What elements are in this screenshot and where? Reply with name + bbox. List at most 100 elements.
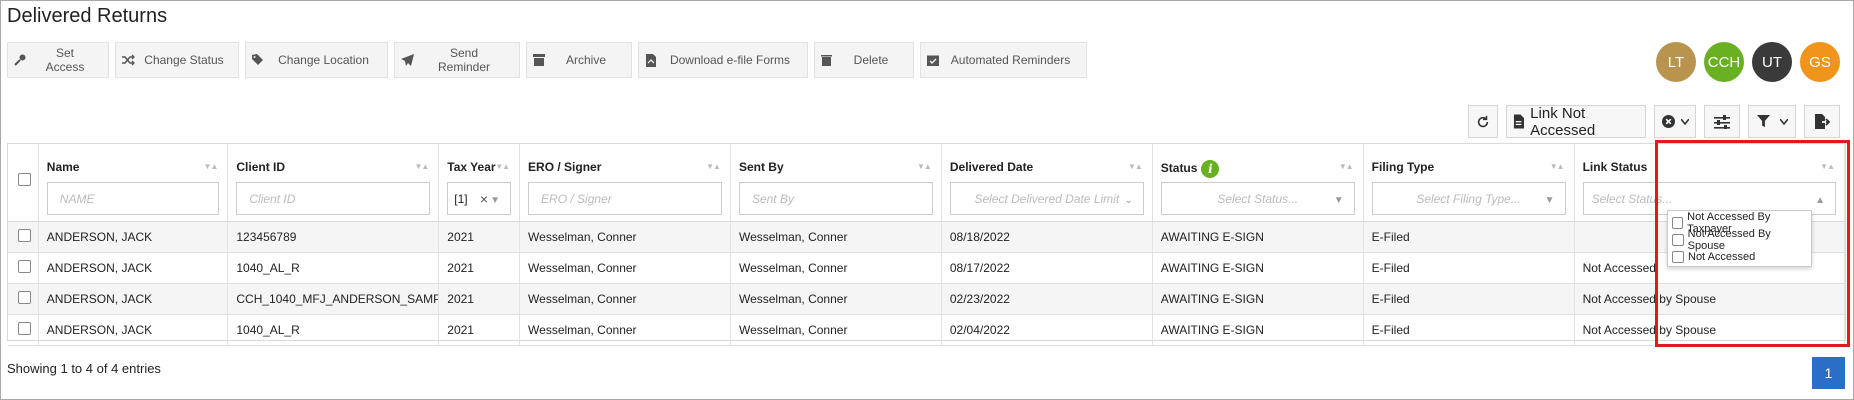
column-title-text: Sent By	[738, 160, 784, 174]
pagination-page-1[interactable]: 1	[1812, 357, 1845, 389]
automated-reminders-button[interactable]: Automated Reminders	[920, 42, 1087, 78]
table-row[interactable]: ANDERSON, JACK 1040_AL_R 2021 Wesselman, Co…	[8, 252, 1846, 284]
delete-button[interactable]: Delete	[814, 42, 914, 78]
column-header-filing-type[interactable]: Filing Type ▼▲ Select Filing Type... ▼	[1363, 144, 1575, 222]
tags-icon	[252, 54, 274, 66]
table-row[interactable]: ANDERSON, JACK 1040_AL_R 2021 Wesselman, Co…	[8, 314, 1846, 346]
filter-delivered-date[interactable]: Select Delivered Date Limit ⌄	[949, 182, 1144, 215]
sort-icon[interactable]: ▼▲	[1339, 162, 1354, 171]
column-title: Delivered Date	[950, 160, 1144, 176]
table-row[interactable]: ANDERSON, JACK 123456789 2021 Wesselman, Co…	[8, 221, 1846, 253]
avatar[interactable]: CCH	[1704, 42, 1744, 82]
send-icon	[401, 54, 423, 66]
set-access-button[interactable]: Set Access	[7, 42, 109, 78]
column-title: Sent By	[739, 160, 933, 176]
export-button[interactable]	[1804, 105, 1840, 138]
cell-tax-year: 2021	[438, 283, 521, 315]
cell-ero: Wesselman, Conner	[519, 252, 731, 284]
row-checkbox[interactable]	[18, 322, 31, 335]
change-status-button[interactable]: Change Status	[115, 42, 239, 78]
sort-icon[interactable]: ▼▲	[917, 162, 932, 171]
cell-name: ANDERSON, JACK	[38, 252, 229, 284]
row-select-cell	[8, 221, 39, 253]
row-select-cell	[8, 252, 39, 284]
filter-tax-year[interactable]: [1] × ▼	[447, 182, 512, 215]
cell-filing-type: E-Filed	[1363, 314, 1575, 346]
info-icon[interactable]: i	[1201, 160, 1220, 178]
column-title: Status i	[1160, 160, 1355, 178]
row-checkbox[interactable]	[18, 291, 31, 304]
shuffle-icon	[122, 54, 144, 66]
refresh-icon	[1477, 115, 1489, 127]
download-e-file-forms-button[interactable]: Download e-file Forms	[638, 42, 808, 78]
column-header-sent-by[interactable]: Sent By ▼▲ Sent By	[730, 144, 942, 222]
chevron-down-icon[interactable]: ▼	[1545, 195, 1555, 206]
user-avatars: LT CCH UT GS	[1656, 42, 1840, 82]
avatar[interactable]: GS	[1800, 42, 1840, 82]
saved-view-selector[interactable]: Link Not Accessed	[1506, 105, 1646, 139]
filter-name[interactable]: NAME	[46, 182, 220, 215]
cell-delivered-date: 08/17/2022	[941, 252, 1153, 284]
clear-view-button[interactable]	[1654, 105, 1696, 138]
sort-icon[interactable]: ▼▲	[706, 162, 721, 171]
cell-ero: Wesselman, Conner	[519, 283, 731, 315]
cell-status: AWAITING E-SIGN	[1152, 252, 1364, 284]
cell-sent-by: Wesselman, Conner	[730, 314, 942, 346]
chevron-down-icon[interactable]: ▼	[490, 195, 500, 206]
cell-client-id: 1040_AL_R	[227, 314, 440, 346]
page-title: Delivered Returns	[7, 5, 168, 27]
calendar-check-icon	[927, 54, 949, 66]
sort-icon[interactable]: ▼▲	[1128, 162, 1143, 171]
sort-icon[interactable]: ▼▲	[1550, 162, 1565, 171]
clear-icon[interactable]: ×	[480, 191, 488, 207]
select-all-header	[8, 144, 39, 222]
sort-icon[interactable]: ▼▲	[495, 162, 510, 171]
change-location-button[interactable]: Change Location	[245, 42, 388, 78]
table-row[interactable]: ANDERSON, JACK CCH_1040_MFJ_ANDERSON_SAMP…	[8, 283, 1846, 315]
sort-icon[interactable]: ▼▲	[414, 162, 429, 171]
filter-placeholder: Select Delivered Date Limit	[974, 191, 1120, 206]
filter-status[interactable]: Select Status... ▼	[1160, 182, 1355, 215]
toolbar-button-label: Change Status	[144, 53, 224, 67]
chevron-down-icon[interactable]: ⌄	[1124, 195, 1132, 206]
table-controls: Link Not Accessed	[1468, 105, 1840, 139]
avatar[interactable]: LT	[1656, 42, 1696, 82]
column-header-tax-year[interactable]: Tax Year ▼▲ [1] × ▼	[438, 144, 521, 222]
filter-ero[interactable]: ERO / Signer	[528, 182, 722, 215]
filter-filing-type[interactable]: Select Filing Type... ▼	[1371, 182, 1566, 215]
send-reminder-button[interactable]: Send Reminder	[394, 42, 520, 78]
filter-icon	[1756, 115, 1770, 128]
refresh-button[interactable]	[1468, 105, 1498, 138]
chevron-down-icon	[1779, 118, 1788, 125]
chevron-down-icon[interactable]: ▼	[1334, 195, 1344, 206]
avatar[interactable]: UT	[1752, 42, 1792, 82]
column-settings-button[interactable]	[1704, 105, 1740, 138]
column-header-status[interactable]: Status i ▼▲ Select Status... ▼	[1152, 144, 1364, 222]
sort-icon[interactable]: ▼▲	[204, 162, 219, 171]
column-title: Client ID	[236, 160, 430, 176]
cell-status: AWAITING E-SIGN	[1152, 283, 1364, 315]
cell-name: ANDERSON, JACK	[38, 314, 229, 346]
cell-tax-year: 2021	[438, 221, 521, 253]
column-title-text: Delivered Date	[949, 160, 1034, 174]
column-title-text: Status	[1160, 161, 1198, 176]
filter-button[interactable]	[1748, 105, 1796, 138]
cell-delivered-date: 02/23/2022	[941, 283, 1153, 315]
column-header-client-id[interactable]: Client ID ▼▲ Client ID	[227, 144, 440, 222]
select-all-checkbox[interactable]	[18, 173, 31, 186]
row-checkbox[interactable]	[18, 260, 31, 273]
archive-button[interactable]: Archive	[526, 42, 632, 78]
cell-client-id: 123456789	[227, 221, 440, 253]
filter-client-id[interactable]: Client ID	[236, 182, 431, 215]
toolbar-button-label: Send Reminder	[437, 46, 491, 74]
column-header-ero[interactable]: ERO / Signer ▼▲ ERO / Signer	[519, 144, 731, 222]
column-title-text: Tax Year	[447, 160, 496, 174]
column-header-delivered-date[interactable]: Delivered Date ▼▲ Select Delivered Date Li…	[941, 144, 1153, 222]
cell-status: AWAITING E-SIGN	[1152, 221, 1364, 253]
row-checkbox[interactable]	[18, 229, 31, 242]
column-header-name[interactable]: Name ▼▲ NAME	[38, 144, 229, 222]
filter-sent-by[interactable]: Sent By	[738, 182, 933, 215]
cell-sent-by: Wesselman, Conner	[730, 283, 942, 315]
filter-placeholder: Client ID	[249, 191, 296, 206]
column-title-text: Name	[46, 160, 80, 174]
